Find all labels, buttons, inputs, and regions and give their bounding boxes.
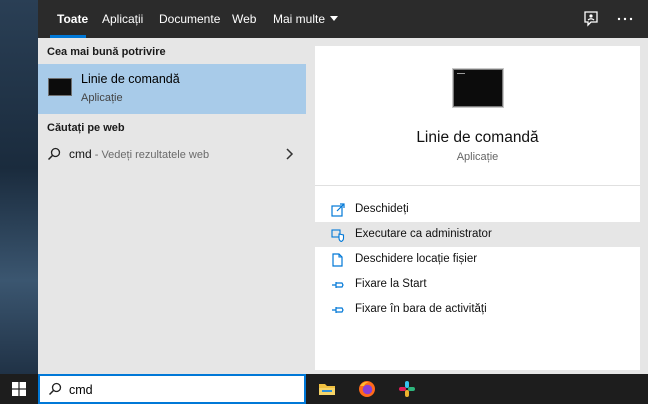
windows-start-icon[interactable] <box>12 382 26 396</box>
search-panel: Toate Aplicații Documente Web Mai multe … <box>38 0 648 374</box>
feedback-icon[interactable] <box>580 8 602 30</box>
details-subtitle: Aplicație <box>456 151 499 163</box>
file-explorer-icon[interactable] <box>317 379 337 399</box>
action-open-label: Deschideți <box>355 203 409 215</box>
tab-documents[interactable]: Documente <box>159 0 220 38</box>
command-prompt-icon <box>48 78 72 96</box>
chevron-down-icon <box>330 16 339 22</box>
tab-apps[interactable]: Aplicații <box>102 0 143 38</box>
shield-icon <box>331 229 345 242</box>
action-pin-to-start[interactable]: Fixare la Start <box>315 272 640 297</box>
search-icon <box>47 147 61 161</box>
best-match-item[interactable]: Linie de comandă Aplicație <box>38 64 306 114</box>
tab-web[interactable]: Web <box>232 0 256 38</box>
web-search-hint: - Vedeți rezultatele web <box>91 149 210 161</box>
details-title: Linie de comandă <box>416 129 539 146</box>
search-input[interactable]: cmd <box>69 383 93 397</box>
open-icon <box>331 203 345 217</box>
action-pin-to-taskbar[interactable]: Fixare în bara de activități <box>315 297 640 322</box>
tab-more[interactable]: Mai multe <box>273 0 339 38</box>
best-match-subtitle: Aplicație <box>81 92 123 104</box>
action-open[interactable]: Deschideți <box>315 197 640 222</box>
tab-more-label: Mai multe <box>273 12 326 26</box>
command-prompt-large-icon <box>453 69 503 107</box>
web-search-item[interactable]: cmd - Vedeți rezultatele web <box>38 140 306 168</box>
file-location-icon <box>332 253 343 267</box>
action-open-file-location[interactable]: Deschidere locație fișier <box>315 247 640 272</box>
action-pin-to-start-label: Fixare la Start <box>355 278 427 290</box>
details-pane: Linie de comandă Aplicație Deschideți Ex… <box>315 46 640 370</box>
web-search-heading: Căutați pe web <box>47 122 125 134</box>
action-run-as-admin-label: Executare ca administrator <box>355 228 492 240</box>
web-search-text: cmd - Vedeți rezultatele web <box>69 147 209 161</box>
slack-icon[interactable] <box>397 379 417 399</box>
desktop-background <box>0 0 38 374</box>
more-options-icon[interactable] <box>614 8 636 30</box>
action-pin-to-taskbar-label: Fixare în bara de activități <box>355 303 487 315</box>
taskbar-search-box[interactable]: cmd <box>38 374 306 404</box>
pin-icon <box>332 307 344 313</box>
best-match-heading: Cea mai bună potrivire <box>47 46 166 58</box>
divider <box>315 185 640 186</box>
tab-all[interactable]: Toate <box>57 0 88 38</box>
firefox-icon[interactable] <box>357 379 377 399</box>
best-match-title: Linie de comandă <box>81 72 180 86</box>
chevron-right-icon[interactable] <box>285 148 295 160</box>
pin-icon <box>332 282 344 288</box>
web-search-query: cmd <box>69 147 92 161</box>
action-open-file-location-label: Deschidere locație fișier <box>355 253 478 265</box>
search-icon <box>48 382 62 396</box>
search-tabs-bar: Toate Aplicații Documente Web Mai multe <box>38 0 648 38</box>
results-list: Cea mai bună potrivire Linie de comandă … <box>38 38 306 374</box>
action-run-as-admin[interactable]: Executare ca administrator <box>315 222 640 247</box>
